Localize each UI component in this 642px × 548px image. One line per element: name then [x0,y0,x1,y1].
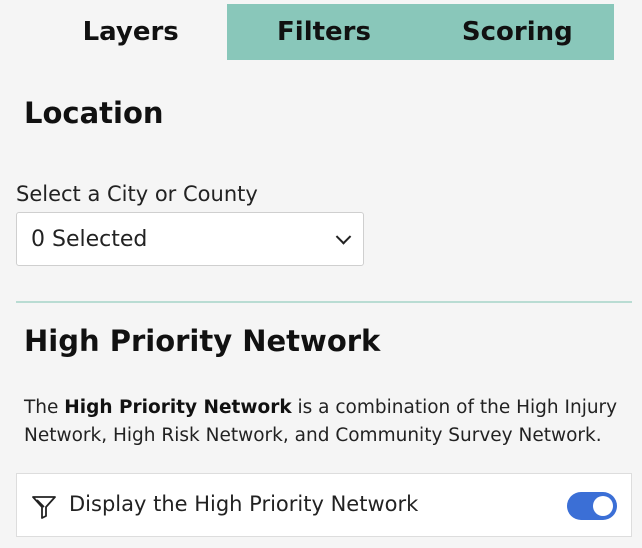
high-priority-network-heading: High Priority Network [24,324,381,358]
tab-scoring[interactable]: Scoring [420,4,614,60]
city-county-select[interactable]: 0 Selected [16,212,364,266]
description-prefix: The [24,397,65,418]
tab-layers[interactable]: Layers [34,4,228,60]
display-hpn-toggle[interactable] [567,492,617,520]
tab-filters[interactable]: Filters [227,4,421,60]
display-hpn-row: Display the High Priority Network [16,473,632,537]
toggle-knob [593,496,613,516]
description-bold: High Priority Network [64,397,292,418]
select-value: 0 Selected [31,226,148,252]
location-heading: Location [24,96,164,130]
hpn-description: The High Priority Network is a combinati… [24,394,624,450]
chevron-down-icon [335,229,352,245]
section-divider [16,301,632,303]
tab-bar: Layers Filters Scoring [34,4,614,60]
city-county-label: Select a City or County [16,182,258,206]
filter-icon [32,496,56,519]
display-hpn-label: Display the High Priority Network [69,492,419,516]
